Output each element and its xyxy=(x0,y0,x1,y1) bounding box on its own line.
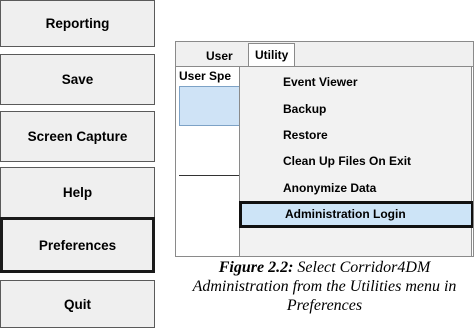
figure-caption: Figure 2.2: Select Corridor4DM Administr… xyxy=(175,258,474,315)
menu-item-clean-up-files[interactable]: Clean Up Files On Exit xyxy=(240,149,473,173)
save-button[interactable]: Save xyxy=(0,54,155,105)
menu-item-administration-login[interactable]: Administration Login xyxy=(239,201,473,228)
menu-item-anonymize-data[interactable]: Anonymize Data xyxy=(240,176,473,200)
figure-label: Figure 2.2: xyxy=(218,259,294,276)
user-spec-label: User Spe xyxy=(179,69,232,83)
menu-item-event-viewer[interactable]: Event Viewer xyxy=(240,70,473,94)
screen-capture-button[interactable]: Screen Capture xyxy=(0,111,155,162)
menu-item-backup[interactable]: Backup xyxy=(240,97,473,121)
tab-strip: User Utility xyxy=(176,42,473,67)
tab-utility[interactable]: Utility xyxy=(248,43,296,67)
utility-menu: Event Viewer Backup Restore Clean Up Fil… xyxy=(239,66,473,256)
quit-button[interactable]: Quit xyxy=(0,280,155,328)
preferences-window: User Utility User Spe Event Viewer Backu… xyxy=(175,41,474,257)
preferences-button[interactable]: Preferences xyxy=(0,217,155,273)
reporting-button[interactable]: Reporting xyxy=(0,0,155,47)
menu-item-restore[interactable]: Restore xyxy=(240,123,473,147)
help-button[interactable]: Help xyxy=(0,167,155,218)
tab-user[interactable]: User xyxy=(200,45,239,67)
